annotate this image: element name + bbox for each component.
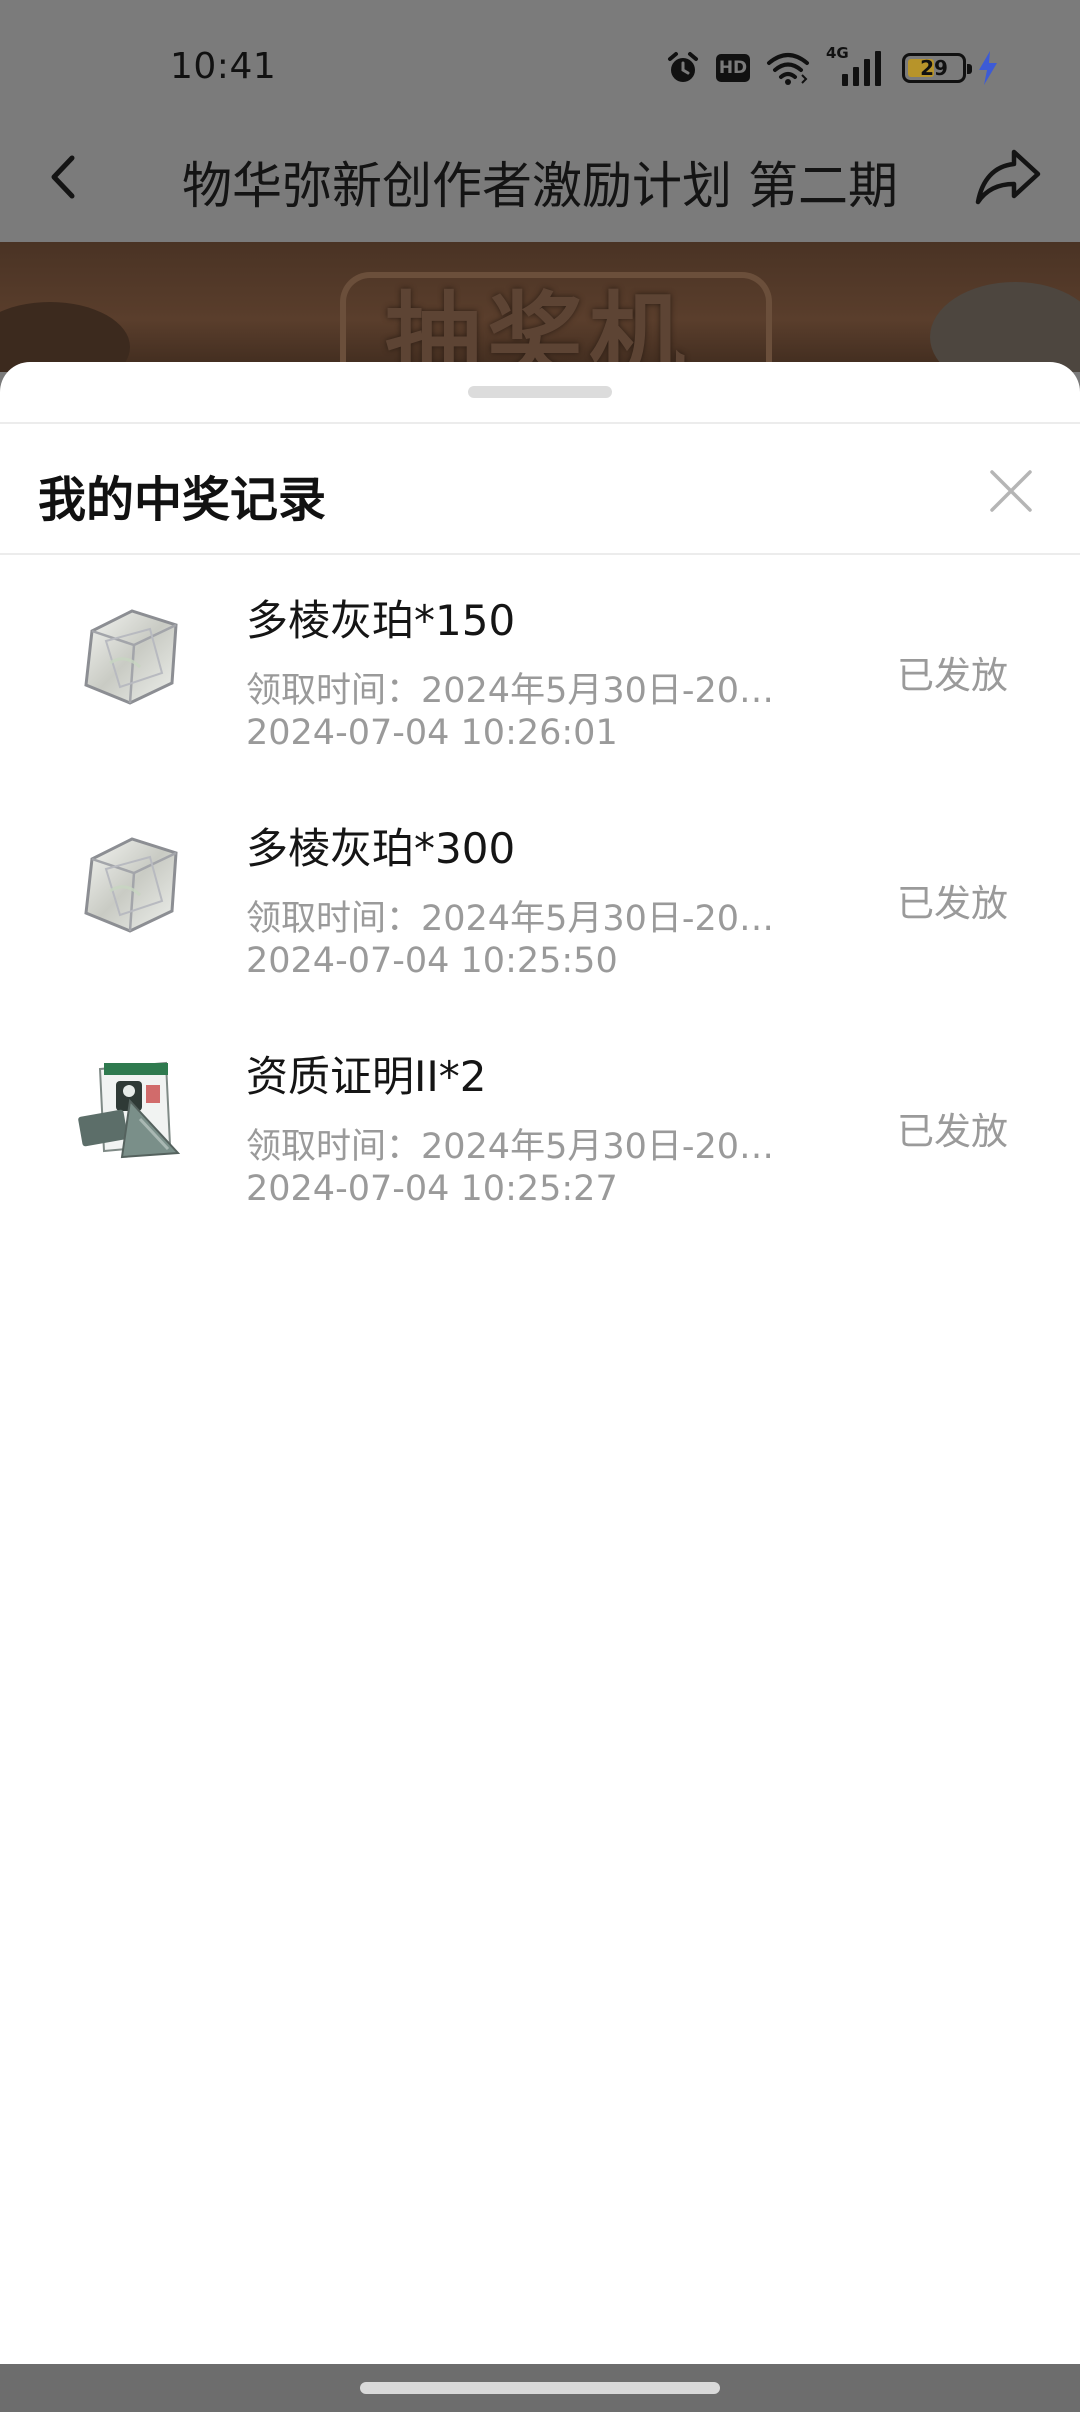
- share-icon[interactable]: [974, 146, 1044, 206]
- alarm-icon: [668, 52, 698, 82]
- divider: [0, 422, 1080, 424]
- page-title: 物华弥新创作者激励计划 第二期: [182, 157, 898, 215]
- prize-record-row[interactable]: 资质证明II*2 领取时间：2024年5月30日-2024年7月4日 2024-…: [0, 1011, 1080, 1239]
- banner-title: 抽奖机: [385, 281, 691, 372]
- close-icon[interactable]: [986, 466, 1036, 516]
- prize-record-row[interactable]: 多棱灰珀*300 领取时间：2024年5月30日-2024年7月4日 2024-…: [0, 783, 1080, 1011]
- status-icons: HD 4G 29: [666, 44, 1000, 88]
- battery-icon: 29: [902, 53, 972, 83]
- claim-window: 领取时间：2024年5月30日-2024年7月4日: [246, 1127, 786, 1167]
- crystal-cube-icon: [84, 609, 178, 705]
- certificate-icon: [78, 1061, 181, 1159]
- sheet-title: 我的中奖记录: [38, 472, 327, 528]
- signal-bars-icon: [842, 51, 881, 86]
- prize-name: 多棱灰珀*150: [246, 596, 516, 645]
- claim-window: 领取时间：2024年5月30日-2024年7月4日: [246, 671, 786, 711]
- battery-level: 29: [920, 56, 948, 80]
- cellular-signal-icon: 4G: [826, 44, 886, 86]
- home-indicator[interactable]: [360, 2382, 720, 2394]
- status-label: 已发放: [897, 654, 1008, 697]
- prize-record-row[interactable]: 多棱灰珀*150 领取时间：2024年5月30日-2024年7月4日 2024-…: [0, 555, 1080, 783]
- prize-name: 多棱灰珀*300: [246, 824, 516, 873]
- status-label: 已发放: [897, 882, 1008, 925]
- hd-icon: HD: [716, 54, 750, 82]
- prize-records-sheet: 我的中奖记录 多棱灰珀*150 领取时间：2024年5月30日-2024 202…: [0, 362, 1080, 2364]
- crystal-cube-icon: [84, 837, 178, 933]
- charging-bolt-icon: [979, 51, 997, 85]
- system-nav-bar: [0, 2364, 1080, 2412]
- status-time: 10:41: [170, 46, 277, 87]
- sheet-drag-handle[interactable]: [468, 386, 612, 398]
- status-label: 已发放: [897, 1110, 1008, 1153]
- prize-name: 资质证明II*2: [246, 1052, 487, 1101]
- wifi-icon: [767, 53, 809, 85]
- claim-window: 领取时间：2024年5月30日-2024年7月4日: [246, 899, 786, 939]
- banner-cloud-decoration: [930, 282, 1080, 372]
- battery-tip: [967, 64, 972, 74]
- won-timestamp: 2024-07-04 10:25:27: [246, 1169, 618, 1209]
- prize-record-list: 多棱灰珀*150 领取时间：2024年5月30日-2024年7月4日 2024-…: [0, 555, 1080, 1239]
- status-bar: 10:41 HD 4G 29: [0, 0, 1080, 135]
- lottery-banner: 抽奖机: [0, 242, 1080, 372]
- won-timestamp: 2024-07-04 10:25:50: [246, 941, 618, 981]
- won-timestamp: 2024-07-04 10:26:01: [246, 713, 618, 753]
